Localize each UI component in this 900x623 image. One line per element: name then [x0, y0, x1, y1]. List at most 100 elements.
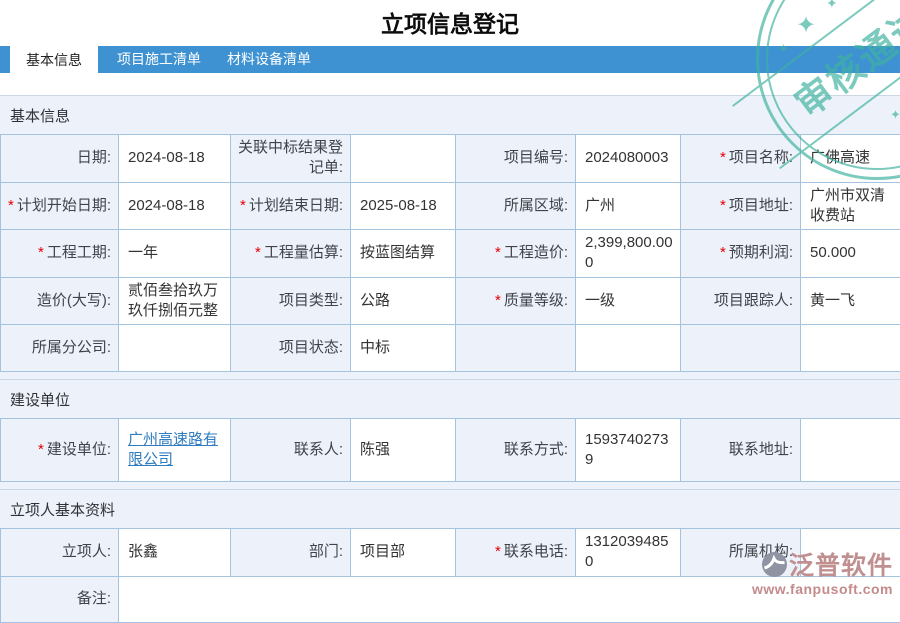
field-label-department: 部门: — [231, 529, 351, 577]
fanpu-logo-icon — [761, 551, 788, 578]
section-basic-info: 基本信息 日期: 2024-08-18 关联中标结果登记单: 项目编号: 202… — [0, 95, 900, 372]
field-label-text: 备注: — [77, 590, 111, 607]
field-label-text: 建设单位: — [47, 441, 111, 458]
field-value-branch-company — [119, 325, 231, 372]
field-label-project-tracker: 项目跟踪人: — [681, 277, 801, 325]
required-asterisk: * — [38, 441, 44, 458]
required-asterisk: * — [8, 197, 14, 214]
field-label-text: 预期利润: — [729, 244, 793, 261]
field-value-region: 广州 — [576, 182, 681, 230]
field-label-construction-unit: *建设单位: — [1, 419, 119, 482]
field-label-quality-grade: *质量等级: — [456, 277, 576, 325]
field-label-remark: 备注: — [1, 576, 119, 622]
field-label-text: 项目地址: — [729, 197, 793, 214]
field-label-text: 联系方式: — [504, 441, 568, 458]
field-value-project-cost: 2,399,800.000 — [576, 230, 681, 278]
field-value-empty — [801, 325, 900, 372]
required-asterisk: * — [495, 543, 501, 560]
field-label-applicant: 立项人: — [1, 529, 119, 577]
field-value-project-type: 公路 — [351, 277, 456, 325]
field-label-text: 计划开始日期: — [17, 197, 111, 214]
table-row: 造价(大写): 贰佰叁拾玖万玖仟捌佰元整 项目类型: 公路 *质量等级: 一级 … — [1, 277, 900, 325]
field-label-empty — [681, 325, 801, 372]
field-label-text: 日期: — [77, 149, 111, 166]
field-value-contact-phone: 13120394850 — [576, 529, 681, 577]
field-label-text: 关联中标结果登记单: — [238, 139, 343, 176]
form-content: 基本信息 日期: 2024-08-18 关联中标结果登记单: 项目编号: 202… — [0, 95, 900, 622]
tab-project-construction-list[interactable]: 项目施工清单 — [104, 46, 214, 73]
section-construction-unit: 建设单位 *建设单位: 广州高速路有限公司 联系人: 陈强 联系方式: 1593… — [0, 379, 900, 482]
required-asterisk: * — [720, 149, 726, 166]
field-label-contact-method: 联系方式: — [456, 419, 576, 482]
field-label-empty — [456, 325, 576, 372]
field-label-plan-start-date: *计划开始日期: — [1, 182, 119, 230]
tab-material-equipment-list[interactable]: 材料设备清单 — [214, 46, 324, 73]
field-value-project-number: 2024080003 — [576, 135, 681, 183]
field-label-text: 项目编号: — [504, 149, 568, 166]
field-label-project-number: 项目编号: — [456, 135, 576, 183]
field-value-expected-profit: 50.000 — [801, 230, 900, 278]
tab-basic-info[interactable]: 基本信息 — [10, 40, 98, 80]
field-value-applicant: 张鑫 — [119, 529, 231, 577]
field-value-date: 2024-08-18 — [119, 135, 231, 183]
field-label-project-type: 项目类型: — [231, 277, 351, 325]
field-label-text: 联系电话: — [504, 543, 568, 560]
field-value-contact-address — [801, 419, 900, 482]
required-asterisk: * — [720, 197, 726, 214]
field-value-quantity-estimate: 按蓝图结算 — [351, 230, 456, 278]
field-label-text: 工程量估算: — [264, 244, 343, 261]
table-row: *计划开始日期: 2024-08-18 *计划结束日期: 2025-08-18 … — [1, 182, 900, 230]
field-label-project-cost: *工程造价: — [456, 230, 576, 278]
required-asterisk: * — [495, 244, 501, 261]
field-value-empty — [576, 325, 681, 372]
field-label-branch-company: 所属分公司: — [1, 325, 119, 372]
field-label-text: 项目跟踪人: — [714, 292, 793, 309]
field-label-expected-profit: *预期利润: — [681, 230, 801, 278]
field-label-text: 立项人: — [62, 543, 111, 560]
field-value-contact-method: 15937402739 — [576, 419, 681, 482]
field-label-plan-end-date: *计划结束日期: — [231, 182, 351, 230]
section-title-construction-unit: 建设单位 — [0, 380, 900, 418]
field-label-text: 联系人: — [294, 441, 343, 458]
construction-unit-link[interactable]: 广州高速路有限公司 — [128, 431, 218, 468]
field-value-project-address: 广州市双清收费站 — [801, 182, 900, 230]
fanpu-logo-url: www.fanpusoft.com — [752, 581, 893, 597]
required-asterisk: * — [495, 292, 501, 309]
field-label-text: 联系地址: — [729, 441, 793, 458]
field-label-related-bid-result: 关联中标结果登记单: — [231, 135, 351, 183]
field-label-text: 部门: — [309, 543, 343, 560]
field-value-department: 项目部 — [351, 529, 456, 577]
tab-bar: 基本信息 项目施工清单 材料设备清单 — [0, 46, 900, 73]
page-title: 立项信息登记 — [0, 0, 900, 39]
construction-unit-table: *建设单位: 广州高速路有限公司 联系人: 陈强 联系方式: 159374027… — [0, 418, 900, 482]
required-asterisk: * — [38, 244, 44, 261]
field-value-related-bid-result — [351, 135, 456, 183]
fanpu-logo-text: 泛普软件 — [789, 546, 893, 582]
field-label-date: 日期: — [1, 135, 119, 183]
field-label-contact-address: 联系地址: — [681, 419, 801, 482]
table-row: 所属分公司: 项目状态: 中标 — [1, 325, 900, 372]
field-label-text: 所属分公司: — [32, 339, 111, 356]
field-label-contact-person: 联系人: — [231, 419, 351, 482]
field-label-text: 质量等级: — [504, 292, 568, 309]
field-label-cost-in-words: 造价(大写): — [1, 277, 119, 325]
field-label-contact-phone: *联系电话: — [456, 529, 576, 577]
table-row: *建设单位: 广州高速路有限公司 联系人: 陈强 联系方式: 159374027… — [1, 419, 900, 482]
field-label-text: 计划结束日期: — [249, 197, 343, 214]
field-value-cost-in-words: 贰佰叁拾玖万玖仟捌佰元整 — [119, 277, 231, 325]
required-asterisk: * — [240, 197, 246, 214]
field-value-project-name: 广佛高速 — [801, 135, 900, 183]
field-label-project-name: *项目名称: — [681, 135, 801, 183]
field-label-text: 工程工期: — [47, 244, 111, 261]
field-label-text: 项目名称: — [729, 149, 793, 166]
title-bar: 立项信息登记 — [0, 0, 900, 46]
field-label-text: 所属区域: — [504, 197, 568, 214]
field-value-plan-start-date: 2024-08-18 — [119, 182, 231, 230]
field-value-contact-person: 陈强 — [351, 419, 456, 482]
field-value-project-tracker: 黄一飞 — [801, 277, 900, 325]
section-title-applicant-info: 立项人基本资料 — [0, 490, 900, 528]
required-asterisk: * — [720, 244, 726, 261]
field-value-project-status: 中标 — [351, 325, 456, 372]
field-value-plan-end-date: 2025-08-18 — [351, 182, 456, 230]
field-value-construction-unit: 广州高速路有限公司 — [119, 419, 231, 482]
